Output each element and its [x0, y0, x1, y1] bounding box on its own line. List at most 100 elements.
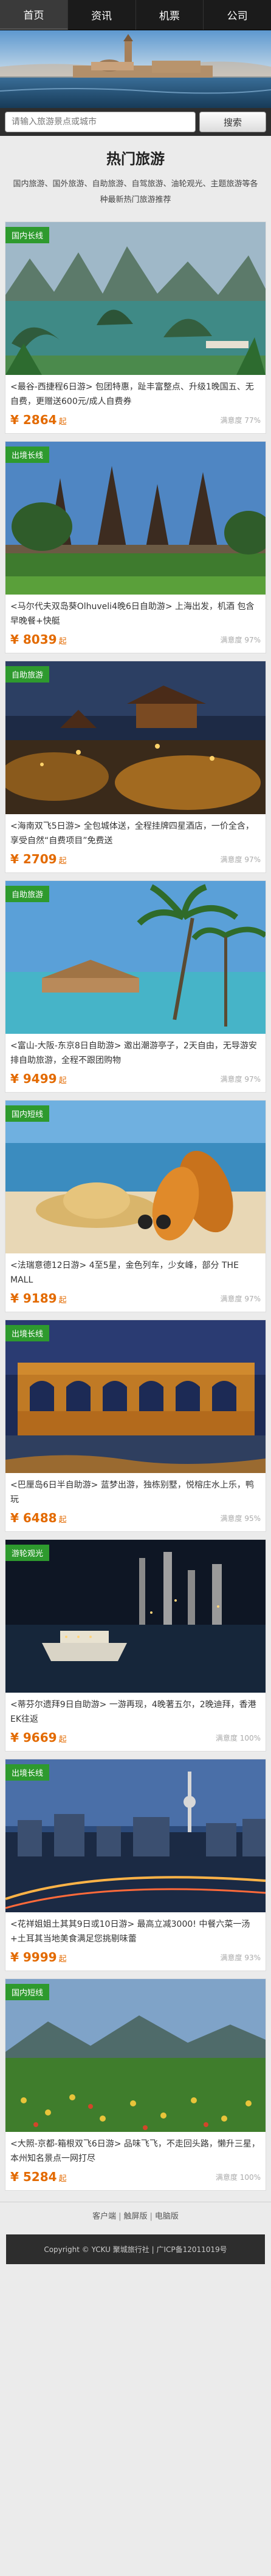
tour-meta: ¥ 9189 起 满意度 97% — [5, 1287, 266, 1307]
search-bar: 搜索 — [0, 108, 271, 136]
price-value: 8039 — [22, 632, 57, 647]
footer: 客户端 | 触屏版 | 电脑版 Copyright © YCKU 聚城旅行社 | 广IC… — [0, 2202, 271, 2264]
tour-title[interactable]: <法瑞意德12日游> 4至5星，金色列车，少女峰，部分 THE MALL — [5, 1253, 266, 1287]
price-unit: 起 — [58, 2174, 67, 2183]
tour-photo: 国内长线 — [5, 222, 266, 375]
footer-link-pc[interactable]: 电脑版 — [155, 2212, 179, 2221]
section-intro: 国内旅游、国外旅游、自助旅游、自驾旅游、油轮观光、主题旅游等各种最新热门旅游推荐 — [13, 180, 258, 204]
tour-price: ¥ 2864 起 — [10, 413, 67, 427]
nav-item-home[interactable]: 首页 — [0, 0, 68, 30]
tour-price: ¥ 9499 起 — [10, 1071, 67, 1086]
category-badge: 国内短线 — [5, 1105, 50, 1122]
satisfaction-rate: 满意度 97% — [220, 635, 261, 644]
copyright: Copyright © YCKU 聚城旅行社 | 广ICP备12011019号 — [6, 2234, 265, 2264]
tour-title[interactable]: <花祥姐姐土其其9日或10日游> 最高立减3000! 中餐六菜一汤+土耳其当地美… — [5, 1912, 266, 1946]
satisfaction-rate: 满意度 100% — [215, 1733, 261, 1742]
tour-photo: 出境长线 — [5, 442, 266, 595]
venice-skyline-image — [0, 30, 271, 108]
category-badge: 出境长线 — [5, 1325, 50, 1341]
category-badge: 游轮观光 — [5, 1545, 50, 1561]
tour-card[interactable]: 出境长线 <马尔代夫双岛葵Olhuveli4晚6日自助游> 上海出发，机酒 包含… — [5, 441, 266, 653]
tour-title[interactable]: <蒂芬尔遗拜9日自助游> 一游再现，4晚著五尔，2晚迪拜，香港EK往返 — [5, 1693, 266, 1727]
night-temple-image — [5, 661, 266, 814]
price-value: 9669 — [22, 1730, 57, 1745]
tour-photo: 自助旅游 — [5, 661, 266, 814]
tour-meta: ¥ 9999 起 满意度 93% — [5, 1946, 266, 1966]
tour-card[interactable]: 出境长线 <巴厘岛6日半自助游> 蓝梦出游，独栋别墅，悦榕庄水上乐，鸭玩 ¥ 6… — [5, 1320, 266, 1532]
tour-card[interactable]: 自助旅游 <富山-大阪-东京8日自助游> 邀出潮游亭子，2天自由，无导游安排自助… — [5, 880, 266, 1093]
top-nav: 首页 资讯 机票 公司 — [0, 0, 271, 30]
satisfaction-rate: 满意度 100% — [215, 2173, 261, 2182]
category-badge: 国内短线 — [5, 1984, 50, 2000]
footer-separator: | — [118, 2212, 122, 2221]
tour-title[interactable]: <巴厘岛6日半自助游> 蓝梦出游，独栋别墅，悦榕庄水上乐，鸭玩 — [5, 1473, 266, 1507]
nav-item-company[interactable]: 公司 — [204, 0, 271, 30]
beach-hat-image — [5, 1101, 266, 1253]
tour-card[interactable]: 国内长线 <最谷-西捷程6日游> 包团特惠，趾丰富整点、升级1晚国五、无自费，更… — [5, 221, 266, 434]
tour-title[interactable]: <富山-大阪-东京8日自助游> 邀出潮游亭子，2天自由，无导游安排自助旅游，全程… — [5, 1034, 266, 1068]
price-unit: 起 — [58, 1955, 67, 1964]
tour-title[interactable]: <最谷-西捷程6日游> 包团特惠，趾丰富整点、升级1晚国五、无自费，更赠送600… — [5, 375, 266, 409]
tour-price: ¥ 9999 起 — [10, 1950, 67, 1964]
tour-photo: 出境长线 — [5, 1759, 266, 1912]
tour-meta: ¥ 9499 起 满意度 97% — [5, 1068, 266, 1087]
category-badge: 自助旅游 — [5, 886, 50, 902]
tour-price: ¥ 9669 起 — [10, 1730, 67, 1745]
tour-price: ¥ 9189 起 — [10, 1291, 67, 1306]
flower-field-image — [5, 1979, 266, 2132]
night-harbor-image — [5, 1540, 266, 1693]
category-badge: 出境长线 — [5, 1764, 50, 1781]
tour-photo: 出境长线 — [5, 1320, 266, 1473]
tour-meta: ¥ 5284 起 满意度 100% — [5, 2166, 266, 2185]
tour-price: ¥ 5284 起 — [10, 2170, 67, 2184]
footer-separator: | — [149, 2212, 153, 2221]
tour-meta: ¥ 8039 起 满意度 97% — [5, 629, 266, 648]
category-badge: 出境长线 — [5, 447, 50, 463]
price-value: 2864 — [22, 413, 57, 427]
temple-image — [5, 442, 266, 595]
tour-title[interactable]: <大照-京都-箱根双飞6日游> 品味飞飞，不走回头路，懒升三星，本州知名景点一网… — [5, 2132, 266, 2166]
price-unit: 起 — [58, 1516, 67, 1525]
price-value: 9189 — [22, 1291, 57, 1306]
tour-card[interactable]: 出境长线 <花祥姐姐土其其9日或10日游> 最高立减3000! 中餐六菜一汤+土… — [5, 1759, 266, 1971]
tour-photo: 国内短线 — [5, 1101, 266, 1253]
satisfaction-rate: 满意度 97% — [220, 1074, 261, 1084]
tour-price: ¥ 2709 起 — [10, 852, 67, 866]
price-value: 2709 — [22, 852, 57, 866]
hot-travel-section-head: 热门旅游 国内旅游、国外旅游、自助旅游、自驾旅游、油轮观光、主题旅游等各种最新热… — [0, 136, 271, 214]
satisfaction-rate: 满意度 97% — [220, 855, 261, 864]
tour-meta: ¥ 2864 起 满意度 77% — [5, 409, 266, 428]
tour-price: ¥ 8039 起 — [10, 632, 67, 647]
tour-photo: 游轮观光 — [5, 1540, 266, 1693]
nav-item-flights[interactable]: 机票 — [136, 0, 204, 30]
footer-link-client[interactable]: 客户端 — [92, 2212, 116, 2221]
tour-card[interactable]: 自助旅游 <海南双飞5日游> 全包城体送，全程挂牌四星酒店，一价全含，享受自然“… — [5, 661, 266, 873]
price-unit: 起 — [58, 857, 67, 866]
bay-karst-image — [5, 222, 266, 375]
tour-meta: ¥ 9669 起 满意度 100% — [5, 1727, 266, 1746]
price-unit: 起 — [58, 1296, 67, 1305]
nav-item-news[interactable]: 资讯 — [68, 0, 136, 30]
tour-title[interactable]: <马尔代夫双岛葵Olhuveli4晚6日自助游> 上海出发，机酒 包含 早晚餐+… — [5, 595, 266, 629]
category-badge: 自助旅游 — [5, 666, 50, 683]
price-value: 6488 — [22, 1511, 57, 1525]
price-unit: 起 — [58, 417, 67, 427]
tour-title[interactable]: <海南双飞5日游> 全包城体送，全程挂牌四星酒店，一价全含，享受自然“自费项目”… — [5, 814, 266, 848]
city-night-image — [5, 1759, 266, 1912]
tour-card[interactable]: 游轮观光 <蒂芬尔遗拜9日自助游> 一游再现，4晚著五尔，2晚迪拜，香港EK往返… — [5, 1539, 266, 1752]
category-badge: 国内长线 — [5, 227, 50, 243]
satisfaction-rate: 满意度 93% — [220, 1953, 261, 1962]
price-value: 9999 — [22, 1950, 57, 1964]
search-input[interactable] — [5, 112, 196, 132]
search-button[interactable]: 搜索 — [199, 112, 266, 132]
price-unit: 起 — [58, 637, 67, 646]
palm-beach-image — [5, 881, 266, 1034]
footer-link-touch[interactable]: 触屏版 — [123, 2212, 147, 2221]
price-value: 9499 — [22, 1071, 57, 1086]
tour-card[interactable]: 国内短线 <大照-京都-箱根双飞6日游> 品味飞飞，不走回头路，懒升三星，本州知… — [5, 1978, 266, 2191]
price-unit: 起 — [58, 1076, 67, 1085]
tour-meta: ¥ 2709 起 满意度 97% — [5, 848, 266, 868]
satisfaction-rate: 满意度 97% — [220, 1294, 261, 1303]
tour-card[interactable]: 国内短线 <法瑞意德12日游> 4至5星，金色列车，少女峰，部分 THE MAL… — [5, 1100, 266, 1312]
satisfaction-rate: 满意度 77% — [220, 416, 261, 425]
